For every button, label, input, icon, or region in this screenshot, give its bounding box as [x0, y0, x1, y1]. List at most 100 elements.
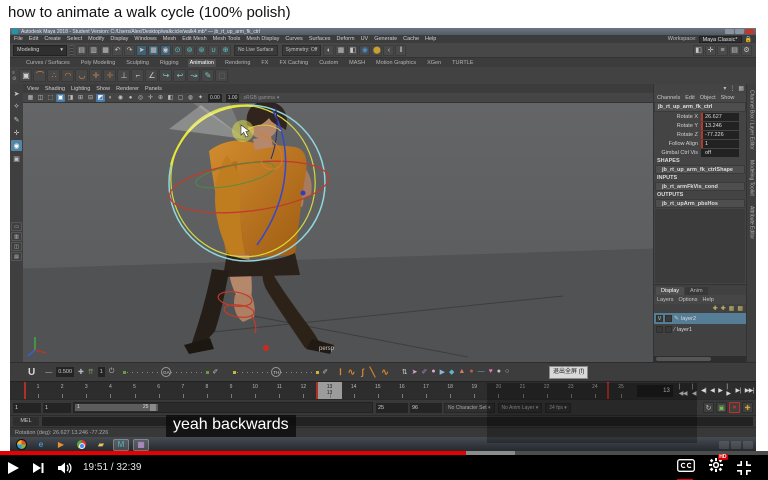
symmetry-dropdown[interactable]: Symmetry: Off [282, 45, 322, 56]
menu-item[interactable]: Modify [88, 36, 104, 42]
menu-item[interactable]: Deform [337, 36, 355, 42]
vp-isolate-icon[interactable]: ▢ [176, 94, 185, 102]
shelf-tab[interactable]: Poly Modeling [79, 59, 118, 67]
vp-grid-icon[interactable]: ◍ [186, 94, 195, 102]
channel-box-menu-item[interactable]: Edit [685, 95, 694, 101]
snap-point-icon[interactable]: ⊛ [196, 45, 207, 56]
start-button[interactable] [13, 439, 29, 451]
playback-start-field[interactable]: 1 [43, 403, 71, 413]
shelf-tab[interactable]: Rendering [223, 59, 252, 67]
layout-four-view-icon[interactable]: ▥ [11, 232, 22, 241]
anim-snap-key-icon[interactable]: ✚ [742, 402, 753, 413]
viewport-menu-item[interactable]: Show [96, 86, 110, 92]
chrome-icon[interactable] [73, 439, 89, 451]
play-forwards-button[interactable]: ▶ [718, 387, 722, 394]
maya-taskbar-icon[interactable]: M [113, 439, 129, 451]
anim-snap-icon[interactable]: ⇅ [402, 368, 408, 376]
shelf-curve2-icon[interactable]: ◡ [75, 69, 88, 82]
gamma-field[interactable]: 1.00 [226, 94, 240, 102]
fps-dropdown[interactable]: 24 fps ▾ [545, 403, 571, 413]
anim-dot-icon[interactable]: ● [497, 368, 501, 376]
vp-screen-space-ao-icon[interactable]: ✛ [146, 94, 155, 102]
mel-label[interactable]: MEL [13, 417, 39, 426]
timeline-frame[interactable]: 17 [414, 382, 438, 399]
vp-textured-icon[interactable]: ◉ [116, 94, 125, 102]
channel-value-field[interactable]: -77.226 [701, 131, 739, 139]
workspace-value[interactable]: Maya Classic* [699, 36, 742, 43]
ground-control-dot[interactable] [263, 345, 269, 351]
auto-keyframe-icon[interactable]: ● [729, 402, 740, 413]
timeline-frame[interactable]: 23 [559, 382, 583, 399]
light-editor-icon[interactable]: ⬤ [371, 45, 382, 56]
channel-box-menu-item[interactable]: Channels [657, 95, 680, 101]
timeline-frame[interactable]: 12 [291, 382, 315, 399]
anim-search-icon[interactable]: ○ [505, 368, 509, 376]
shelf-tab[interactable]: Sculpting [124, 59, 151, 67]
menu-item[interactable]: Mesh [163, 36, 176, 42]
redo-icon[interactable]: ↷ [124, 45, 135, 56]
timeline-frame[interactable]: 1 [24, 382, 50, 399]
go-to-start-button[interactable]: |◀◀ [679, 384, 688, 397]
anim-spline-tangent-icon[interactable]: ∿ [348, 367, 356, 378]
layer-name[interactable]: layer2 [681, 316, 696, 322]
menu-item[interactable]: Help [425, 36, 436, 42]
shelf-points-icon[interactable]: ∴ [47, 69, 60, 82]
anim-flat-tangent-icon[interactable]: ╲ [370, 367, 375, 378]
media-player-icon[interactable]: ▶ [53, 439, 69, 451]
timeline-frame[interactable]: 9 [219, 382, 243, 399]
anim-red-icon[interactable]: ● [469, 368, 473, 376]
playback-end-field[interactable]: 25 [376, 403, 408, 413]
layer-editor-tab[interactable]: Display [656, 287, 684, 295]
vp-oversampling-icon[interactable]: ⊟ [86, 94, 95, 102]
layer-editor-scrollbar[interactable] [654, 356, 746, 362]
shelf-ik-icon[interactable]: ✛ [103, 69, 116, 82]
captions-button[interactable] [670, 459, 702, 477]
menu-item[interactable]: Edit [29, 36, 38, 42]
shelf-playblast-icon[interactable]: ▣ [19, 69, 32, 82]
timeline-frame[interactable]: 11 [267, 382, 291, 399]
snap-view-icon[interactable]: ⊕ [220, 45, 231, 56]
vp-multisample-icon[interactable]: ◧ [166, 94, 175, 102]
cb-speed-icon[interactable]: ▾ [723, 85, 726, 92]
layer-editor-tab[interactable]: Anim [685, 287, 708, 295]
move-layer-up-icon[interactable]: ▦ [729, 305, 735, 312]
timeline-frame[interactable]: 2 [50, 382, 74, 399]
sidebar-vertical-tab[interactable]: Channel Box / Layer Editor [749, 90, 755, 150]
shelf-setkey-icon[interactable]: ↪ [159, 69, 172, 82]
output-node[interactable]: jb_rt_upArm_pbsHos [655, 199, 745, 208]
timeline-frame[interactable]: 25 [607, 382, 633, 399]
timeline-frame[interactable]: 20 [486, 382, 510, 399]
timeline-frame[interactable]: 4 [98, 382, 122, 399]
timeline-frame[interactable]: 5 [123, 382, 147, 399]
paint-select-tool-icon[interactable]: ✎ [11, 114, 22, 125]
anim-end-field[interactable]: 96 [410, 403, 442, 413]
key-count-field[interactable]: 1 [98, 367, 105, 377]
menu-item[interactable]: Curves [285, 36, 302, 42]
step-forward-frame-button[interactable]: |▶ [726, 384, 731, 397]
range-slider[interactable]: 1 25 [73, 402, 373, 413]
layout-single-icon[interactable]: ▭ [11, 222, 22, 231]
no-live-surface-button[interactable]: No Live Surface [234, 45, 278, 56]
range-handle[interactable] [150, 404, 156, 411]
channel-value-field[interactable]: off [701, 149, 739, 157]
layer-type-icon[interactable]: ✎ [674, 315, 679, 322]
pencil-icon[interactable]: ✐ [212, 368, 218, 376]
playback-loop-icon[interactable]: ↻ [703, 402, 714, 413]
viewport-menu-item[interactable]: Renderer [116, 86, 139, 92]
anim-u-icon[interactable]: U [28, 367, 35, 378]
menu-item[interactable]: Windows [134, 36, 156, 42]
vp-lights-icon[interactable]: ● [126, 94, 135, 102]
view-transform-dropdown[interactable]: sRGB gamma [243, 95, 274, 101]
substep-field[interactable]: 0.500 [56, 367, 74, 377]
menu-item[interactable]: Display [110, 36, 128, 42]
layer-playback-checkbox[interactable] [665, 315, 672, 322]
move-layer-down-icon[interactable]: ▦ [737, 305, 743, 312]
shelf-empty-slot[interactable]: ▢ [215, 69, 228, 82]
settings-button[interactable]: HD [702, 458, 730, 477]
vp-shadows-icon[interactable]: ◎ [136, 94, 145, 102]
exposure-field[interactable]: 0.00 [208, 94, 222, 102]
shelf-parent-icon[interactable]: ⌐ [131, 69, 144, 82]
channel-value-field[interactable]: 26.627 [701, 113, 739, 121]
shelf-joint-icon[interactable]: ✛ [89, 69, 102, 82]
render-settings-icon[interactable]: ◧ [347, 45, 358, 56]
